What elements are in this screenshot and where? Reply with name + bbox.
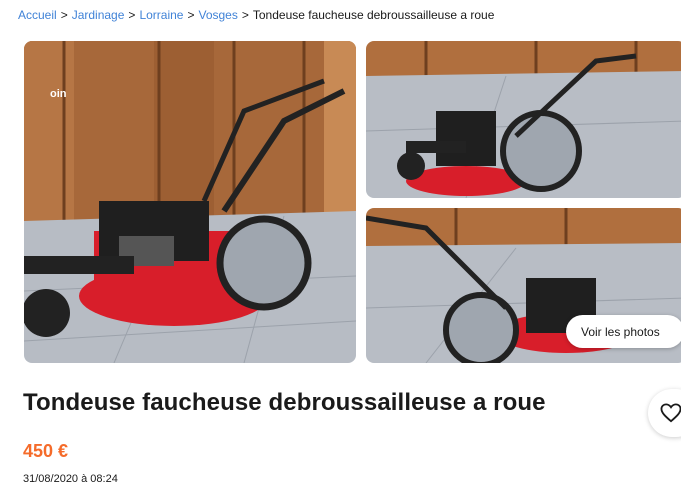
breadcrumb-lorraine[interactable]: Lorraine bbox=[139, 8, 183, 22]
secondary-photo-top[interactable] bbox=[366, 41, 681, 198]
photo-badge: oin bbox=[50, 88, 67, 100]
breadcrumb-current: Tondeuse faucheuse debroussailleuse a ro… bbox=[252, 8, 495, 22]
breadcrumb-accueil[interactable]: Accueil bbox=[18, 8, 57, 22]
favorite-button[interactable] bbox=[648, 389, 681, 437]
listing-title: Tondeuse faucheuse debroussailleuse a ro… bbox=[23, 389, 546, 416]
breadcrumb-separator: > bbox=[187, 8, 195, 22]
breadcrumb-jardinage[interactable]: Jardinage bbox=[72, 8, 125, 22]
main-photo[interactable]: oin bbox=[24, 41, 356, 363]
breadcrumb: Accueil > Jardinage > Lorraine > Vosges > Tondeu… bbox=[18, 8, 494, 22]
listing-date: 31/08/2020 à 08:24 bbox=[23, 473, 118, 485]
see-photos-button[interactable]: Voir les photos bbox=[566, 315, 681, 348]
listing-price: 450 € bbox=[23, 441, 69, 461]
breadcrumb-vosges[interactable]: Vosges bbox=[198, 8, 237, 22]
mower-photo-top bbox=[366, 41, 681, 198]
breadcrumb-separator: > bbox=[60, 8, 68, 22]
heart-icon bbox=[660, 403, 681, 423]
breadcrumb-separator: > bbox=[241, 8, 249, 22]
mower-photo-main bbox=[24, 41, 356, 363]
breadcrumb-separator: > bbox=[128, 8, 136, 22]
